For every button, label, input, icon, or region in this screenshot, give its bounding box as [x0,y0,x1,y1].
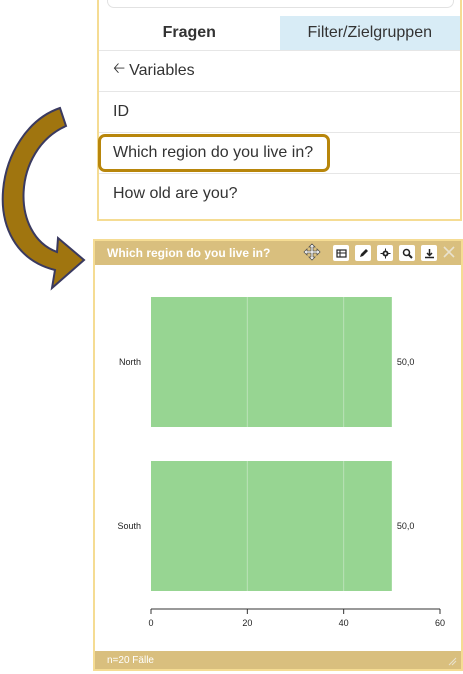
category-label: South [117,521,141,531]
category-label: North [119,357,141,367]
variable-item-region[interactable]: Which region do you live in? [98,134,330,172]
arrow-left-icon: 🡠 [113,60,126,77]
gear-icon[interactable] [377,245,393,261]
back-label: Variables [129,61,195,79]
bar-south [151,461,392,591]
tab-filter-zielgruppen[interactable]: Filter/Zielgruppen [279,16,460,50]
x-tick-label: 40 [339,618,349,628]
bar-chart: North 50,0 South 50,0 0 20 40 60 [117,297,445,628]
search-input[interactable] [107,0,454,8]
resize-handle-icon[interactable] [447,656,457,666]
value-label: 50,0 [397,521,415,531]
value-label: 50,0 [397,357,415,367]
close-icon[interactable] [441,244,457,260]
download-icon[interactable] [421,245,437,261]
chart-window-title: Which region do you live in? [107,246,271,260]
tab-bar: Fragen Filter/Zielgruppen [99,16,460,50]
back-to-variables[interactable]: 🡠 Variables [99,50,460,90]
pencil-icon[interactable] [355,245,371,261]
variable-item-id[interactable]: ID [99,91,460,131]
tab-fragen[interactable]: Fragen [99,16,280,50]
table-icon[interactable] [333,245,349,261]
chart-window-footer: n=20 Fälle [95,651,461,669]
x-tick-label: 20 [242,618,252,628]
move-icon[interactable] [303,243,321,261]
variable-item-age[interactable]: How old are you? [99,173,460,213]
sample-size-label: n=20 Fälle [107,654,154,666]
x-tick-label: 60 [435,618,445,628]
x-tick-label: 0 [148,618,153,628]
variable-panel: Fragen Filter/Zielgruppen 🡠 Variables ID… [97,0,462,221]
bar-north [151,297,392,427]
drag-arrow-icon [1,106,86,291]
chart-window-header[interactable]: Which region do you live in? [95,241,461,265]
chart-window: Which region do you live in? North 50,0 So… [93,239,463,671]
zoom-icon[interactable] [399,245,415,261]
